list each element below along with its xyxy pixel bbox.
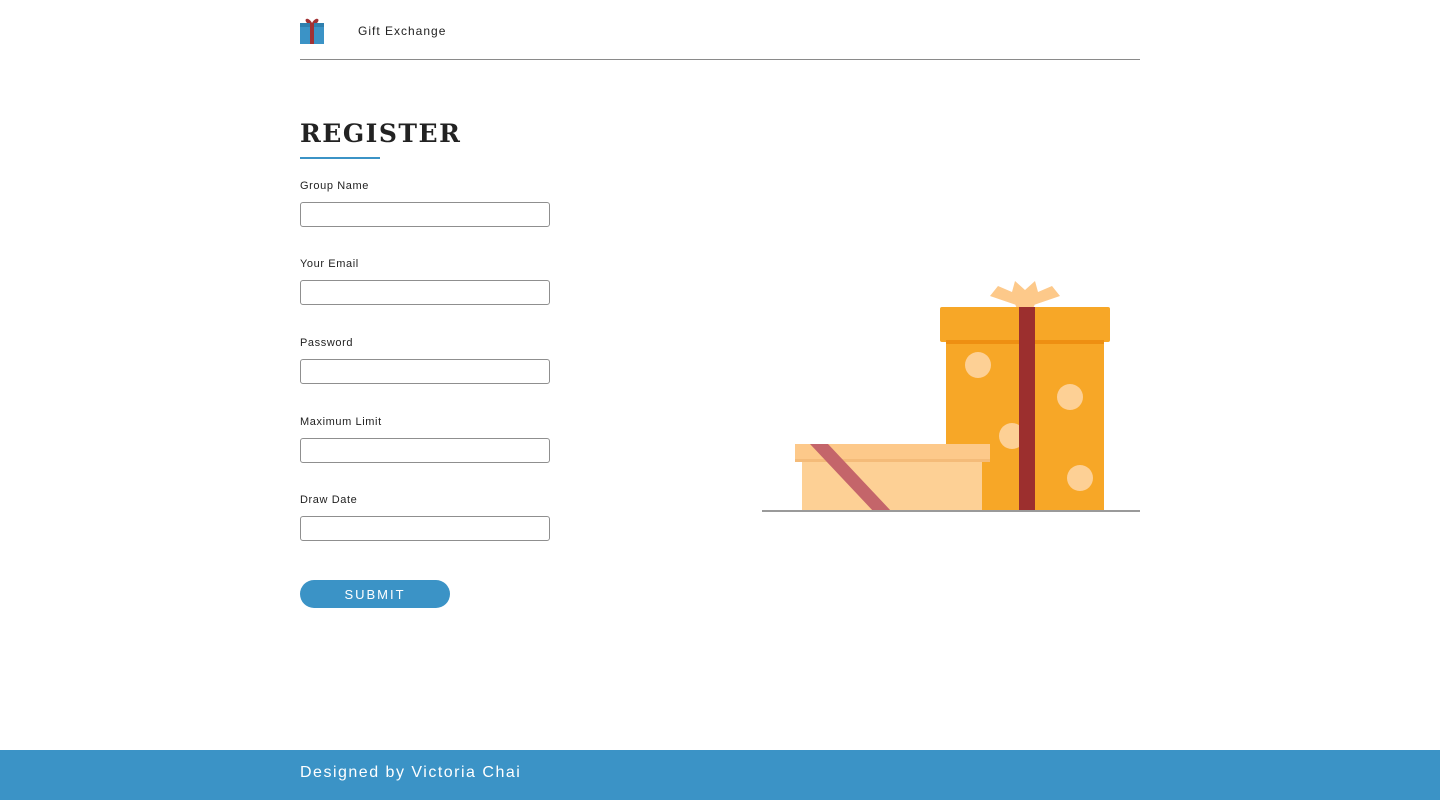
page-title: REGISTER xyxy=(300,119,462,148)
group-name-input[interactable] xyxy=(300,202,550,227)
gift-icon[interactable] xyxy=(300,16,324,44)
site-footer: Designed by Victoria Chai xyxy=(0,750,1440,800)
gift-boxes-illustration xyxy=(762,281,1140,512)
password-label: Password xyxy=(300,337,354,349)
draw-date-label: Draw Date xyxy=(300,494,358,506)
group-name-label: Group Name xyxy=(300,180,369,192)
footer-credit: Designed by Victoria Chai xyxy=(300,764,522,781)
site-header: Gift Exchange xyxy=(300,0,1140,60)
maximum-limit-label: Maximum Limit xyxy=(300,416,382,428)
title-underline xyxy=(300,157,380,159)
password-input[interactable] xyxy=(300,359,550,384)
site-name[interactable]: Gift Exchange xyxy=(358,24,446,38)
your-email-label: Your Email xyxy=(300,258,359,270)
submit-button[interactable]: SUBMIT xyxy=(300,580,450,608)
email-input[interactable] xyxy=(300,280,550,305)
draw-date-input[interactable] xyxy=(300,516,550,541)
maximum-limit-input[interactable] xyxy=(300,438,550,463)
